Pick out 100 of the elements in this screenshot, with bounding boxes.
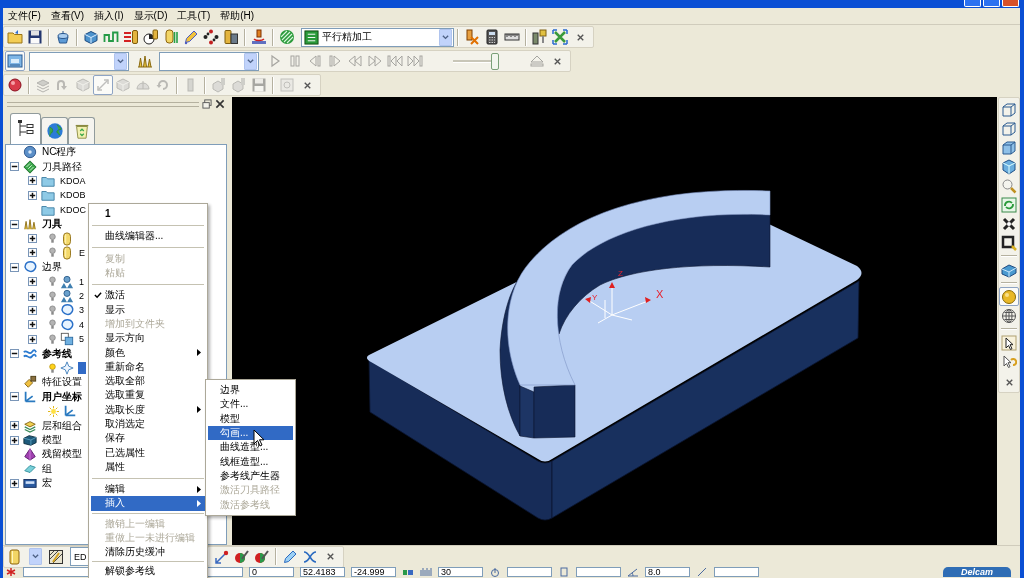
input-field[interactable]: 0 xyxy=(249,567,294,577)
tree-item[interactable]: KDOB xyxy=(59,189,87,202)
tree-item[interactable]: 参考线 xyxy=(41,347,73,360)
menu-item[interactable]: 颜色 xyxy=(91,345,205,360)
plus-box-icon[interactable] xyxy=(28,248,37,258)
input-field[interactable]: -24.999 xyxy=(351,567,396,577)
menu-item[interactable]: 重新命名 xyxy=(91,359,205,374)
tree-item[interactable]: KDOC xyxy=(59,203,87,216)
menu-item[interactable]: 边界 xyxy=(208,383,293,398)
bulb-icon[interactable] xyxy=(49,319,56,331)
menu-item[interactable]: 显示方向 xyxy=(91,331,205,346)
tree-item[interactable]: 层和组合 xyxy=(41,419,83,432)
menu-item[interactable]: 文件... xyxy=(208,397,293,412)
minus-box-icon[interactable] xyxy=(10,262,19,272)
bulb-icon[interactable] xyxy=(49,362,56,374)
menu-item[interactable]: 解锁参考线 xyxy=(91,563,205,578)
menu-item[interactable]: 文件(F) xyxy=(8,10,41,22)
menu-item[interactable]: 编辑 xyxy=(91,482,205,497)
plus-box-icon[interactable] xyxy=(28,334,37,344)
minus-box-icon[interactable] xyxy=(10,392,19,402)
input-field[interactable]: 30 xyxy=(438,567,483,577)
tree-item[interactable]: 刀具路径 xyxy=(41,160,83,173)
minus-box-icon[interactable] xyxy=(10,219,19,229)
tree-item[interactable]: 5 xyxy=(78,333,85,346)
menu-item[interactable]: 曲线造型... xyxy=(208,440,293,455)
plus-box-icon[interactable] xyxy=(10,421,19,431)
menu-item[interactable]: 曲线编辑器... xyxy=(91,229,205,244)
menu-item[interactable]: 参考线产生器 xyxy=(208,468,293,484)
tree-item[interactable]: 2 xyxy=(78,290,85,303)
plus-box-icon[interactable] xyxy=(10,435,19,445)
tree-item[interactable]: 残留模型 xyxy=(41,448,83,461)
tree-item[interactable]: 模型 xyxy=(41,434,63,446)
menu-item[interactable]: 属性 xyxy=(91,459,205,475)
plus-box-icon[interactable] xyxy=(28,306,37,315)
axes-drawing xyxy=(585,282,651,324)
tree-item[interactable]: 刀具 xyxy=(41,218,63,231)
tree-item[interactable]: NC程序 xyxy=(41,146,78,159)
menu-item[interactable]: 保存 xyxy=(91,431,205,446)
dropdown-button[interactable] xyxy=(29,548,42,565)
input-field[interactable] xyxy=(507,567,552,577)
menu-item[interactable]: 工具(T) xyxy=(177,10,211,22)
tree-item[interactable]: 特征设置 xyxy=(41,376,83,389)
bulb-icon[interactable] xyxy=(49,247,56,259)
tree-item[interactable]: KDOA xyxy=(59,174,87,187)
menu-item[interactable]: 选取长度 xyxy=(91,402,205,417)
plus-box-icon[interactable] xyxy=(28,277,37,287)
input-field[interactable]: 52.4183 xyxy=(300,567,345,577)
tree-item[interactable]: 1 xyxy=(78,275,85,288)
bulb-icon[interactable] xyxy=(49,276,56,288)
plus-box-icon[interactable] xyxy=(28,291,37,301)
menu-item[interactable]: 取消选定 xyxy=(91,416,205,432)
menu-item[interactable]: 清除历史缓冲 xyxy=(91,545,205,560)
minus-box-icon[interactable] xyxy=(10,349,19,359)
menu-item[interactable]: 勾画... xyxy=(208,425,293,441)
menu-item[interactable]: 已选属性 xyxy=(91,445,205,460)
menu-item[interactable]: 选取重复 xyxy=(91,388,205,403)
restore-icon[interactable] xyxy=(202,99,212,109)
plus-box-icon[interactable] xyxy=(28,234,37,244)
input-field[interactable] xyxy=(576,567,621,577)
tree-item[interactable]: 用户坐标 xyxy=(41,390,83,403)
plus-box-icon[interactable] xyxy=(28,320,37,330)
maximize-button[interactable] xyxy=(983,0,1000,7)
tab[interactable] xyxy=(10,113,41,144)
tree-item[interactable]: 组 xyxy=(41,462,53,475)
bulb-icon[interactable] xyxy=(49,305,56,316)
menu-item[interactable]: 激活 xyxy=(91,288,205,303)
plus-box-icon[interactable] xyxy=(10,478,19,488)
minimize-button[interactable] xyxy=(964,0,981,7)
menu-item[interactable]: 选取全部 xyxy=(91,373,205,389)
tree-item[interactable]: 边界 xyxy=(41,261,63,274)
menu-item[interactable]: 插入 xyxy=(91,496,205,511)
close-button[interactable] xyxy=(1002,0,1019,7)
plus-box-icon[interactable] xyxy=(28,190,37,200)
plus-box-icon[interactable] xyxy=(28,176,37,186)
dropdown-button[interactable] xyxy=(244,52,257,70)
grip-handle[interactable] xyxy=(7,101,199,107)
bulb-icon[interactable] xyxy=(49,333,56,345)
axis-label: X xyxy=(656,288,664,300)
dropdown-button[interactable] xyxy=(439,28,452,46)
minus-box-icon[interactable] xyxy=(10,162,19,172)
bulb-icon[interactable] xyxy=(49,290,56,302)
menu-item[interactable]: 帮助(H) xyxy=(220,10,255,22)
input-field[interactable] xyxy=(714,567,759,577)
tree-item[interactable]: 宏 xyxy=(41,477,53,490)
menu-item[interactable]: 模型 xyxy=(208,411,293,426)
slider-thumb[interactable] xyxy=(491,52,499,70)
tree-item[interactable]: E xyxy=(78,246,86,259)
close-icon[interactable] xyxy=(325,551,336,562)
menu-item[interactable]: 插入(I) xyxy=(94,10,124,22)
tree-item[interactable]: 4 xyxy=(78,318,85,331)
menu-item[interactable]: 查看(V) xyxy=(50,10,85,22)
menu-item[interactable]: 显示 xyxy=(91,302,205,317)
tree-item[interactable]: 3 xyxy=(78,304,85,317)
bulb-icon[interactable] xyxy=(49,233,56,245)
input-field[interactable]: 8.0 xyxy=(645,567,690,577)
combo-box[interactable]: 平行精加工 xyxy=(301,27,454,47)
menu-item[interactable]: 线框造型... xyxy=(208,454,293,469)
menu-item[interactable]: 显示(D) xyxy=(133,10,168,22)
close-icon[interactable] xyxy=(215,99,225,109)
dropdown-button[interactable] xyxy=(114,52,127,70)
